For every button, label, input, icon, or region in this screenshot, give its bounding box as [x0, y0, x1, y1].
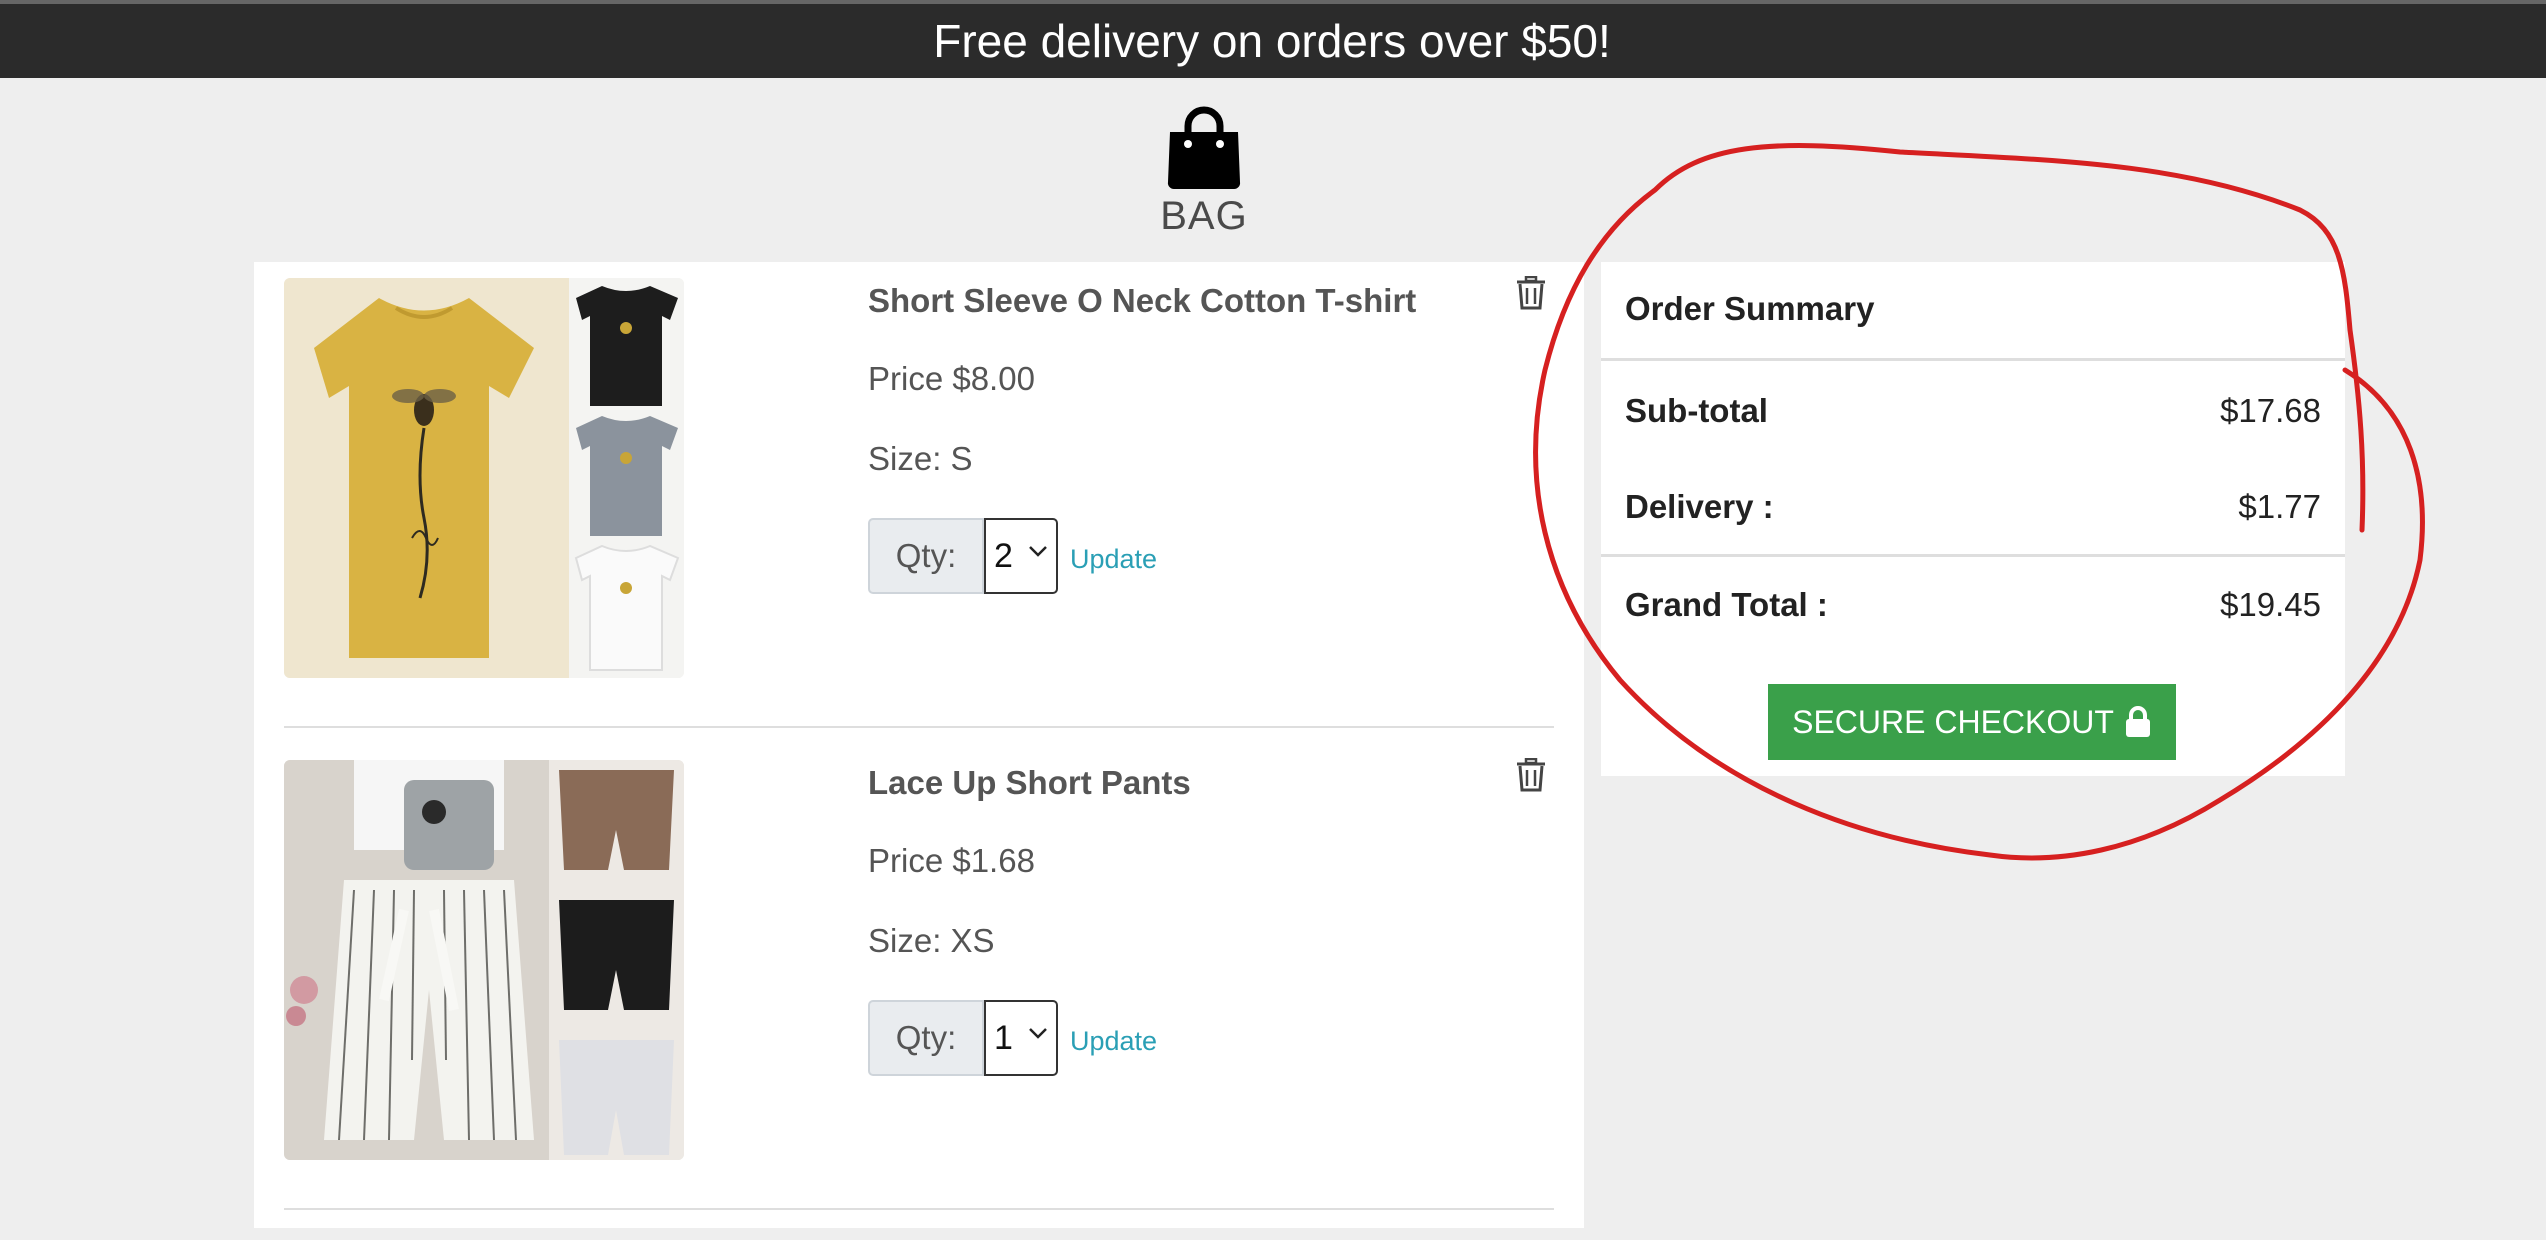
delivery-value: $1.77: [2238, 488, 2321, 525]
subtotal-value: $17.68: [2220, 392, 2321, 429]
product-size: Size: S: [868, 440, 973, 477]
bag-title: BAG: [1160, 194, 1248, 238]
update-quantity-link[interactable]: Update: [1070, 544, 1157, 575]
product-image-shorts[interactable]: [284, 760, 684, 1160]
bag-header: BAG: [1100, 104, 1308, 239]
product-price: Price $1.68: [868, 842, 1035, 879]
update-quantity-link[interactable]: Update: [1070, 1026, 1157, 1057]
lock-icon: [2125, 706, 2150, 737]
secure-checkout-button[interactable]: SECURE CHECKOUT: [1768, 684, 2176, 760]
item-divider: [284, 726, 1554, 728]
delivery-label: Delivery :: [1625, 488, 1774, 525]
delivery-row: Delivery : $1.77: [1625, 488, 2321, 526]
product-size: Size: XS: [868, 922, 995, 959]
product-title[interactable]: Short Sleeve O Neck Cotton T-shirt: [868, 282, 1416, 320]
summary-divider: [1601, 554, 2345, 557]
order-summary-panel: Order Summary Sub-total $17.68 Delivery …: [1601, 262, 2345, 776]
summary-divider: [1601, 358, 2345, 361]
product-image-tshirt[interactable]: [284, 278, 684, 678]
grand-total-label: Grand Total :: [1625, 586, 1828, 623]
quantity-group: Qty: 2: [868, 518, 1058, 594]
quantity-group: Qty: 1: [868, 1000, 1058, 1076]
cart-items-panel: Short Sleeve O Neck Cotton T-shirt Price…: [254, 262, 1584, 1228]
subtotal-row: Sub-total $17.68: [1625, 392, 2321, 430]
order-summary-title: Order Summary: [1625, 290, 1875, 327]
chevron-down-icon: [1029, 1028, 1047, 1039]
trash-icon[interactable]: [1516, 276, 1546, 310]
item-divider: [284, 1208, 1554, 1210]
checkout-label: SECURE CHECKOUT: [1792, 703, 2114, 740]
qty-label: Qty:: [868, 518, 984, 594]
qty-label: Qty:: [868, 1000, 984, 1076]
grand-total-value: $19.45: [2220, 586, 2321, 623]
subtotal-label: Sub-total: [1625, 392, 1768, 429]
promo-banner-text: Free delivery on orders over $50!: [933, 15, 1611, 67]
grand-total-row: Grand Total : $19.45: [1625, 586, 2321, 624]
shopping-bag-icon: [1167, 106, 1241, 190]
cart-item: Short Sleeve O Neck Cotton T-shirt Price…: [284, 262, 1554, 728]
chevron-down-icon: [1029, 546, 1047, 557]
promo-banner: Free delivery on orders over $50!: [0, 4, 2546, 78]
quantity-value: 2: [994, 536, 1013, 575]
quantity-value: 1: [994, 1018, 1013, 1057]
quantity-select[interactable]: 1: [984, 1000, 1058, 1076]
cart-item: Lace Up Short Pants Price $1.68 Size: XS…: [284, 744, 1554, 1210]
trash-icon[interactable]: [1516, 758, 1546, 792]
quantity-select[interactable]: 2: [984, 518, 1058, 594]
product-price: Price $8.00: [868, 360, 1035, 397]
product-title[interactable]: Lace Up Short Pants: [868, 764, 1191, 802]
